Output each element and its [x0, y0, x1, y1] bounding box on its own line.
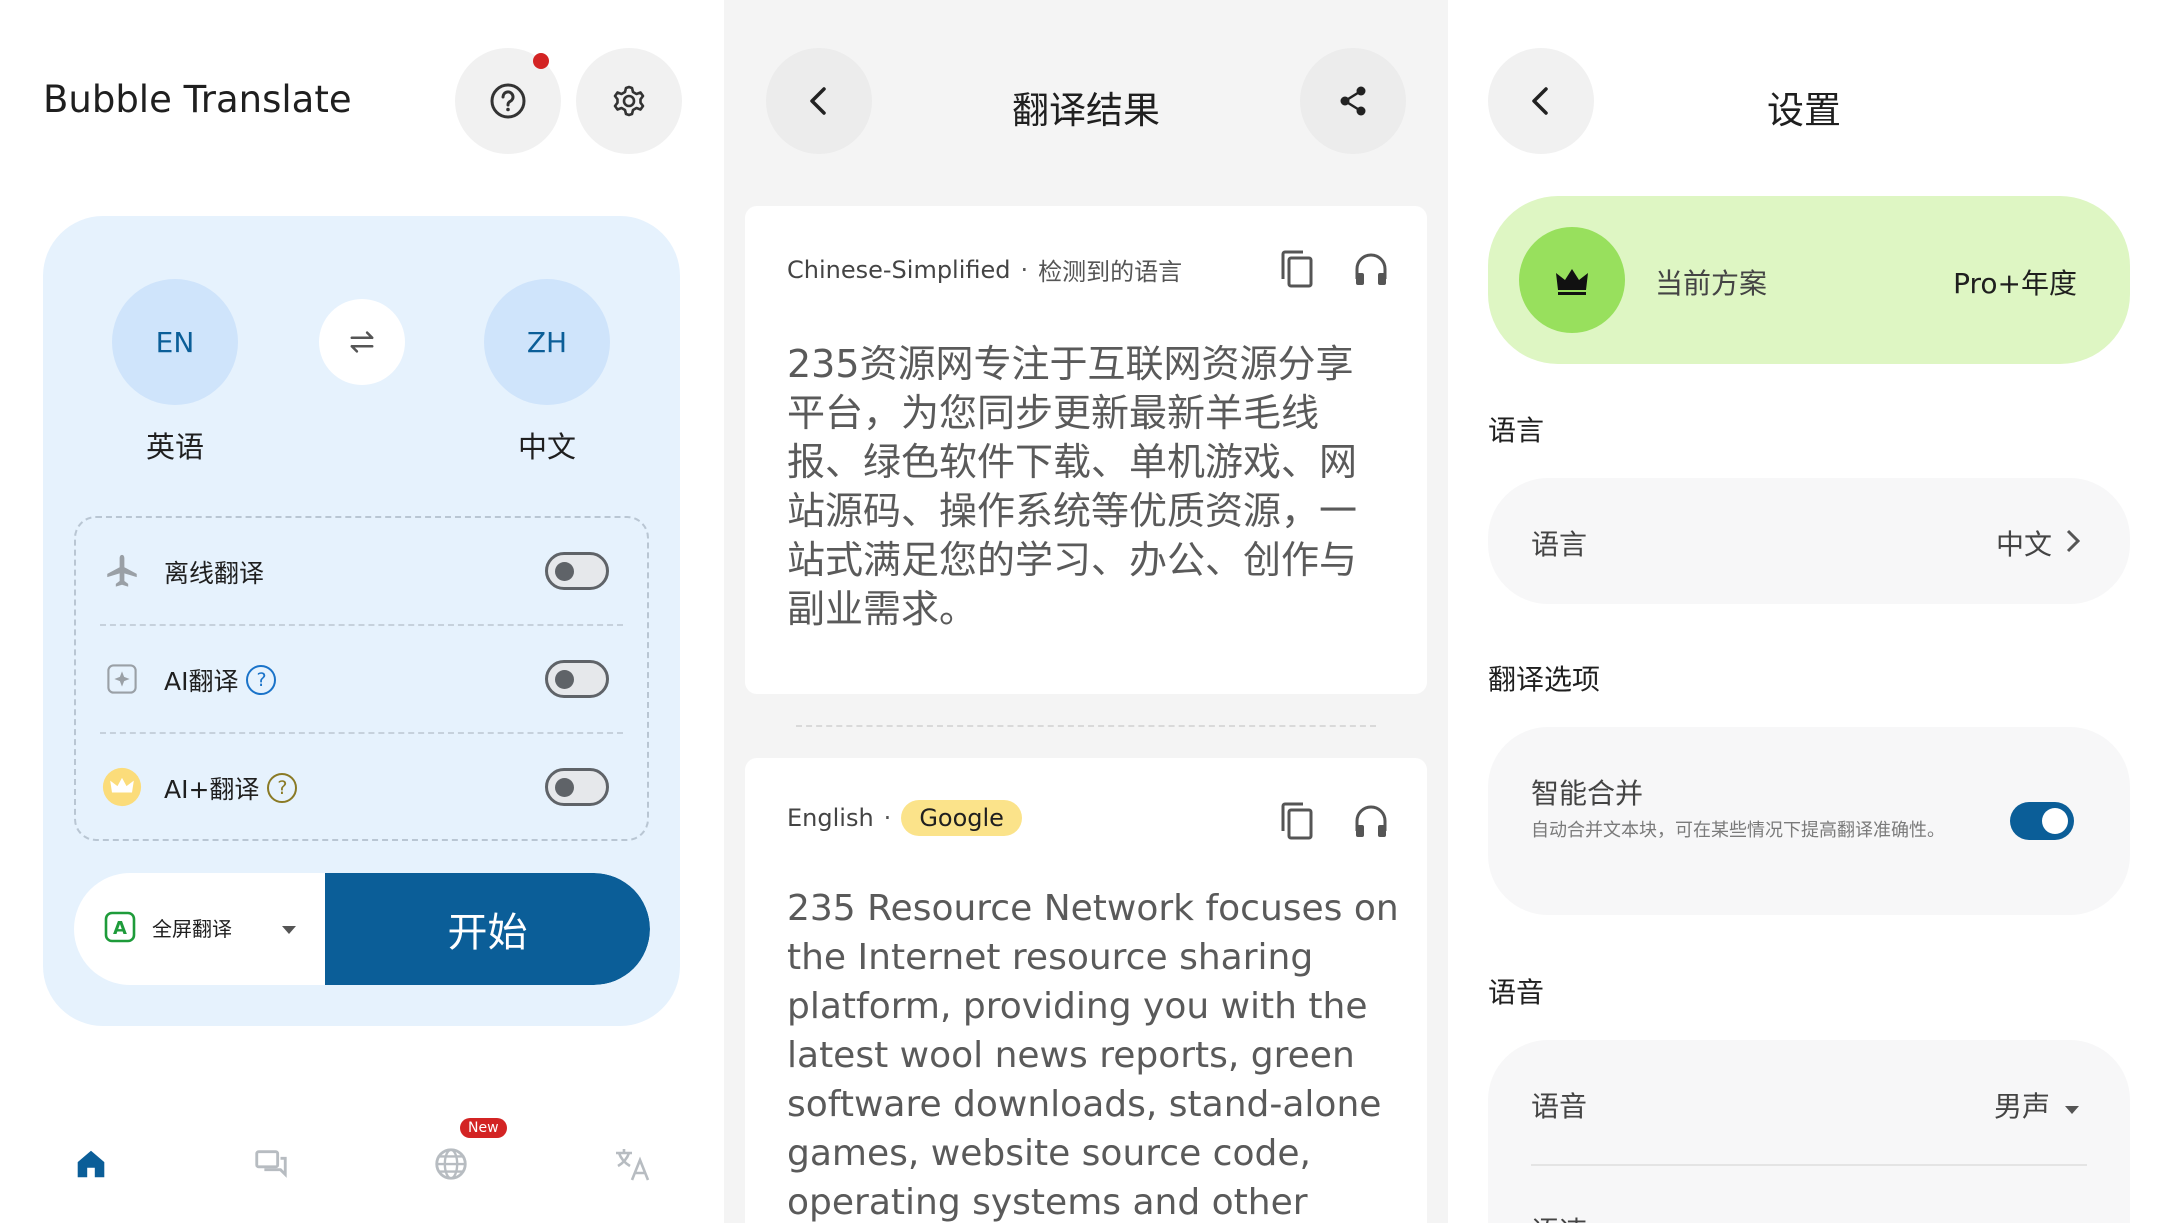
section-language: 语言 [1488, 414, 1545, 447]
home-screen: Bubble Translate EN 英语 ZH 中文 离线翻译 AI翻译 ?… [0, 0, 724, 1223]
ai-plus-toggle[interactable] [545, 768, 609, 806]
result-screen: 翻译结果 Chinese-Simplified · 检测到的语言 235资源网专… [724, 0, 1448, 1223]
headphones-icon[interactable] [1353, 249, 1389, 289]
plan-value: Pro+年度 [1953, 267, 2077, 300]
source-card: Chinese-Simplified · 检测到的语言 235资源网专注于互联网… [745, 206, 1427, 694]
ai-help-icon[interactable]: ? [246, 665, 277, 695]
gear-icon [613, 85, 645, 117]
chevron-right-icon [2066, 527, 2081, 560]
option-ai-label: AI翻译 [164, 667, 239, 696]
target-lang-code: ZH [526, 325, 568, 359]
copy-icon[interactable] [1279, 249, 1315, 289]
voice-card: 语音 男声 语速 [1488, 1040, 2130, 1223]
start-bar: A 全屏翻译 开始 [74, 873, 650, 985]
voice-divider [1531, 1164, 2087, 1166]
plan-card[interactable]: 当前方案 Pro+年度 [1488, 196, 2130, 364]
smart-merge-row: 智能合并 自动合并文本块，可在某些情况下提高翻译准确性。 [1488, 727, 2130, 915]
section-translate-options: 翻译选项 [1488, 663, 1601, 696]
settings-title: 设置 [1767, 89, 1841, 132]
copy-icon[interactable] [1279, 801, 1315, 841]
smart-merge-desc: 自动合并文本块，可在某些情况下提高翻译准确性。 [1531, 820, 1945, 841]
language-row[interactable]: 语言 中文 [1488, 478, 2130, 604]
target-lang-button[interactable]: ZH [484, 279, 610, 405]
target-lang-name: 中文 [517, 430, 576, 464]
language-row-value: 中文 [1995, 528, 2052, 561]
start-button[interactable]: 开始 [325, 873, 650, 985]
svg-text:A: A [113, 918, 127, 939]
voice-row-label[interactable]: 语音 [1531, 1085, 1587, 1125]
chat-icon[interactable] [249, 1142, 293, 1186]
language-row-label: 语言 [1531, 528, 1588, 561]
section-voice: 语音 [1488, 976, 1545, 1009]
chevron-down-icon [2064, 1089, 2080, 1122]
source-lang-button[interactable]: EN [112, 279, 238, 405]
target-language: English [787, 804, 874, 832]
fullscreen-mode-icon: A [104, 911, 136, 943]
offline-toggle[interactable] [545, 552, 609, 590]
translation-text: 235 Resource Network focuses on the Inte… [787, 888, 1399, 1223]
sparkle-icon [102, 659, 142, 699]
engine-chip[interactable]: Google [901, 800, 1022, 836]
globe-icon[interactable] [429, 1142, 473, 1186]
crown-icon [1519, 227, 1625, 333]
share-button[interactable] [1300, 48, 1406, 154]
share-icon [1340, 86, 1366, 116]
voice-row-value: 男声 [1993, 1090, 2050, 1123]
notification-dot [533, 53, 549, 69]
crown-badge-icon [102, 767, 142, 807]
option-offline-label: 离线翻译 [164, 559, 265, 588]
translate-icon[interactable] [610, 1142, 654, 1186]
option-ai-plus: AI+翻译 ? [76, 734, 647, 840]
ai-toggle[interactable] [545, 660, 609, 698]
ai-plus-help-icon[interactable]: ? [267, 773, 298, 803]
option-ai-plus-label: AI+翻译 [164, 775, 260, 804]
swap-icon [350, 331, 374, 353]
source-lang-name: 英语 [145, 430, 204, 464]
plan-label: 当前方案 [1655, 267, 1768, 300]
new-badge: New [460, 1118, 507, 1138]
app-title: Bubble Translate [43, 78, 352, 121]
settings-button[interactable] [576, 48, 682, 154]
headphones-icon[interactable] [1353, 801, 1389, 841]
source-language: Chinese-Simplified [787, 255, 1011, 284]
smart-merge-label: 智能合并 [1531, 777, 1644, 810]
smart-merge-toggle[interactable] [2010, 802, 2074, 840]
detected-label: 检测到的语言 [1038, 258, 1183, 286]
source-lang-code: EN [155, 325, 195, 359]
source-text: 235资源网专注于互联网资源分享平台，为您同步更新最新羊毛线报、绿色软件下载、单… [787, 342, 1358, 631]
option-offline: 离线翻译 [76, 518, 647, 624]
home-icon[interactable] [69, 1142, 113, 1186]
chevron-down-icon[interactable] [281, 920, 297, 939]
result-divider [796, 725, 1376, 727]
speed-row-label[interactable]: 语速 [1531, 1210, 1587, 1223]
swap-languages-button[interactable] [319, 299, 405, 385]
bottom-nav [0, 1088, 724, 1223]
settings-screen: 设置 当前方案 Pro+年度 语言 语言 中文 翻译选项 智能合并 自动合并文本… [1448, 0, 2160, 1223]
mode-select[interactable]: 全屏翻译 [152, 913, 232, 942]
option-ai: AI翻译 ? [76, 626, 647, 732]
translate-options: 离线翻译 AI翻译 ? AI+翻译 ? [74, 516, 649, 841]
translation-card: English · Google 235 Resource Network fo… [745, 758, 1427, 1223]
airplane-icon [102, 551, 142, 591]
help-icon [490, 83, 526, 119]
